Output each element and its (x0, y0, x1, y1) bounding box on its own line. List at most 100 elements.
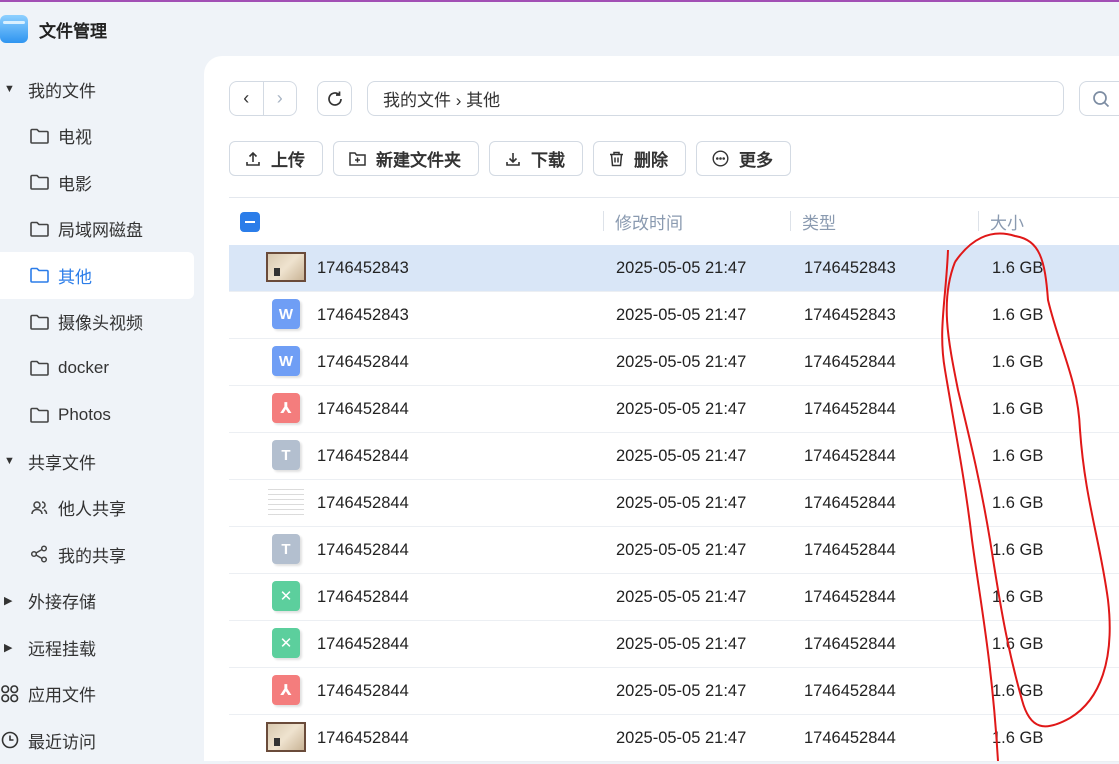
file-size: 1.6 GB (992, 681, 1044, 700)
modified-time: 2025-05-05 21:47 (616, 540, 747, 559)
file-type: 1746452843 (804, 305, 896, 324)
table-row[interactable]: W 1746452843 2025-05-05 21:47 1746452843 1.6… (229, 292, 1119, 339)
header-modified-time[interactable]: 修改时间 (615, 209, 683, 234)
column-divider[interactable] (790, 211, 791, 231)
label: 删除 (634, 151, 668, 170)
modified-time: 2025-05-05 21:47 (616, 681, 747, 700)
table-row[interactable]: ⅄ 1746452844 2025-05-05 21:47 1746452844 1.6… (229, 386, 1119, 433)
file-size: 1.6 GB (992, 587, 1044, 606)
sidebar-external-storage[interactable]: ▶ 外接存储 (0, 578, 204, 625)
sidebar-folder[interactable]: 其他 (0, 252, 194, 299)
file-type: 1746452844 (804, 540, 896, 559)
table-row[interactable]: T 1746452844 2025-05-05 21:47 1746452844 1.6… (229, 527, 1119, 574)
sidebar-folder[interactable]: 电视 (0, 113, 204, 160)
word-file-icon: W (272, 346, 300, 376)
modified-time: 2025-05-05 21:47 (616, 446, 747, 465)
file-size: 1.6 GB (992, 258, 1044, 277)
window-top-border (0, 0, 1119, 2)
table-row[interactable]: ⅄ 1746452844 2025-05-05 21:47 1746452844 1.6… (229, 668, 1119, 715)
column-divider[interactable] (978, 211, 979, 231)
clock-icon (0, 730, 20, 750)
refresh-button[interactable] (317, 81, 352, 116)
table-row[interactable]: 1746452843 2025-05-05 21:47 1746452843 1.6 … (229, 245, 1119, 292)
action-toolbar: 上传 新建文件夹 下载 删除 更多 (229, 141, 791, 176)
sidebar-recent[interactable]: 最近访问 (0, 717, 204, 764)
label: Photos (58, 404, 111, 424)
file-type: 1746452844 (804, 352, 896, 371)
search-button[interactable] (1079, 81, 1119, 116)
table-row[interactable]: ✕ 1746452844 2025-05-05 21:47 1746452844 1.6… (229, 621, 1119, 668)
folder-icon (29, 172, 49, 192)
label: 我的文件 (28, 81, 96, 101)
forward-button[interactable]: › (264, 82, 297, 115)
table-row[interactable]: W 1746452844 2025-05-05 21:47 1746452844 1.6… (229, 339, 1119, 386)
folder-icon (29, 405, 49, 425)
file-name: 1746452844 (317, 540, 409, 559)
caret-right-icon: ▶ (4, 641, 13, 654)
search-icon (1093, 90, 1110, 107)
trash-icon (610, 151, 623, 166)
label: 更多 (739, 151, 773, 170)
sidebar-my-files[interactable]: ▼ 我的文件 (0, 66, 204, 113)
sidebar-others-shared[interactable]: 他人共享 (0, 485, 204, 532)
label: 新建文件夹 (376, 151, 461, 170)
label: 其他 (58, 267, 92, 287)
file-name: 1746452844 (317, 634, 409, 653)
label: 电影 (58, 174, 92, 194)
table-row[interactable]: 1746452844 2025-05-05 21:47 1746452844 1.6 … (229, 480, 1119, 527)
sidebar-remote-mount[interactable]: ▶ 远程挂载 (0, 624, 204, 671)
table-row[interactable]: T 1746452844 2025-05-05 21:47 1746452844 1.6… (229, 433, 1119, 480)
upload-icon (246, 151, 260, 166)
modified-time: 2025-05-05 21:47 (616, 634, 747, 653)
sidebar-app-files[interactable]: 应用文件 (0, 671, 204, 718)
sidebar-folder[interactable]: Photos (0, 392, 204, 439)
caret-right-icon: ▶ (4, 595, 13, 608)
sidebar-folder[interactable]: docker (0, 345, 204, 392)
sidebar-folder[interactable]: 摄像头视频 (0, 299, 204, 346)
folder-plus-icon (349, 152, 366, 166)
upload-button[interactable]: 上传 (229, 141, 323, 176)
table-row[interactable]: ✕ 1746452844 2025-05-05 21:47 1746452844 1.6… (229, 574, 1119, 621)
file-type: 1746452844 (804, 399, 896, 418)
select-all-checkbox[interactable] (240, 212, 260, 232)
file-name: 1746452844 (317, 399, 409, 418)
label: 最近访问 (28, 732, 96, 752)
folder-icon (29, 358, 49, 378)
header-size[interactable]: 大小 (990, 209, 1024, 234)
app-title: 文件管理 (39, 21, 107, 41)
excel-file-icon: ✕ (272, 628, 300, 658)
label: 局域网磁盘 (58, 221, 143, 241)
more-icon (712, 150, 729, 167)
sidebar-folder[interactable]: 局域网磁盘 (0, 206, 204, 253)
document-thumbnail (268, 485, 304, 519)
sidebar-folder[interactable]: 电影 (0, 159, 204, 206)
pdf-file-icon: ⅄ (272, 675, 300, 705)
new-folder-button[interactable]: 新建文件夹 (333, 141, 479, 176)
label: 电视 (58, 128, 92, 148)
download-button[interactable]: 下载 (489, 141, 583, 176)
header-type[interactable]: 类型 (802, 209, 836, 234)
file-size: 1.6 GB (992, 493, 1044, 512)
file-name: 1746452843 (317, 258, 409, 277)
text-file-icon: T (272, 440, 300, 470)
sidebar-my-shares[interactable]: 我的共享 (0, 531, 204, 578)
folder-icon (29, 126, 49, 146)
file-manager-logo-icon (0, 15, 28, 43)
path-bar[interactable]: 我的文件 › 其他 (367, 81, 1064, 116)
app-header: 文件管理 (0, 14, 107, 44)
sidebar-shared-files[interactable]: ▼ 共享文件 (0, 438, 204, 485)
back-button[interactable]: ‹ (230, 82, 264, 115)
column-divider[interactable] (603, 211, 604, 231)
modified-time: 2025-05-05 21:47 (616, 399, 747, 418)
more-button[interactable]: 更多 (696, 141, 791, 176)
sidebar: ▼ 我的文件 电视电影局域网磁盘其他摄像头视频 docker Photos ▼ 共享文件… (0, 66, 204, 764)
delete-button[interactable]: 删除 (593, 141, 686, 176)
label: 远程挂载 (28, 639, 96, 659)
folder-icon (29, 219, 49, 239)
table-row[interactable]: 1746452844 2025-05-05 21:47 1746452844 1.6 … (229, 715, 1119, 762)
folder-icon (29, 265, 49, 285)
modified-time: 2025-05-05 21:47 (616, 305, 747, 324)
file-name: 1746452844 (317, 681, 409, 700)
word-file-icon: W (272, 299, 300, 329)
modified-time: 2025-05-05 21:47 (616, 728, 747, 747)
